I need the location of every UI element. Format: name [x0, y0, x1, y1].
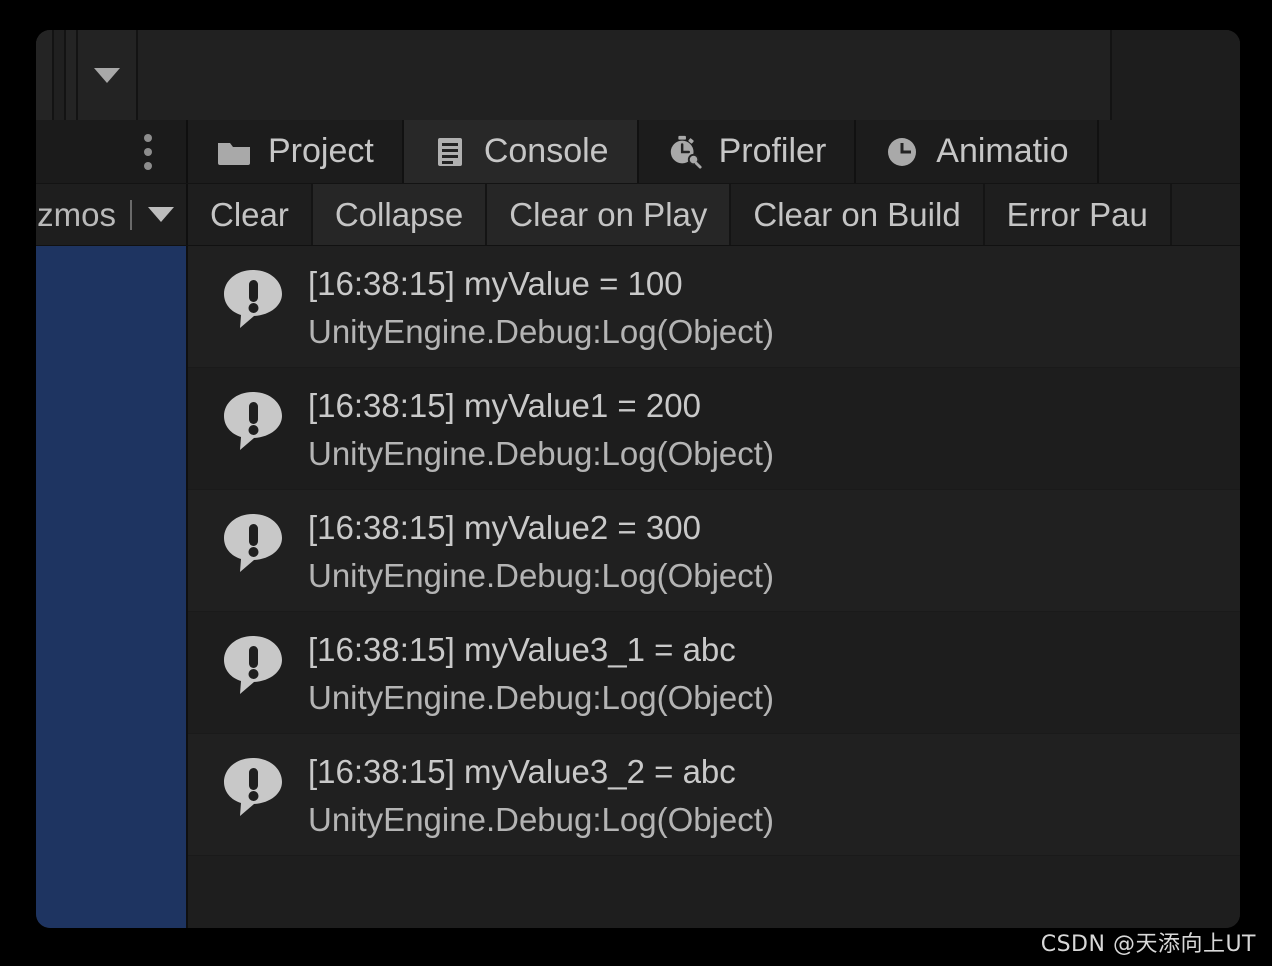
chevron-down-icon	[94, 67, 120, 83]
error-pause-toggle[interactable]: Error Pau	[984, 184, 1172, 245]
collapse-toggle[interactable]: Collapse	[312, 184, 488, 245]
tab-console-label: Console	[483, 132, 609, 170]
kebab-menu-icon[interactable]	[144, 133, 152, 170]
console-toolbar: zmos Clear Collapse Clear on Play Clear …	[36, 184, 1240, 246]
editor-top-toolbar	[36, 30, 1240, 120]
clear-on-play-label: Clear on Play	[509, 195, 708, 233]
screenshot-root: Project Console Profiler Animatio zmos C…	[0, 0, 1272, 966]
log-stacktrace: UnityEngine.Debug:Log(Object)	[308, 313, 774, 350]
info-log-icon	[216, 750, 290, 824]
clear-on-build-label: Clear on Build	[753, 195, 961, 233]
unity-editor-window: Project Console Profiler Animatio zmos C…	[36, 30, 1240, 928]
log-message: [16:38:15] myValue = 100	[308, 265, 683, 302]
log-entry-text: [16:38:15] myValue3_2 = abc UnityEngine.…	[308, 746, 774, 844]
folder-icon	[216, 134, 252, 170]
log-message: [16:38:15] myValue3_2 = abc	[308, 753, 736, 790]
chrome-segment-2	[54, 30, 66, 120]
log-stacktrace: UnityEngine.Debug:Log(Object)	[308, 679, 774, 716]
clear-button[interactable]: Clear	[188, 184, 313, 245]
log-message: [16:38:15] myValue2 = 300	[308, 509, 701, 546]
log-stacktrace: UnityEngine.Debug:Log(Object)	[308, 435, 774, 472]
panel-tab-strip: Project Console Profiler Animatio	[36, 120, 1240, 184]
watermark-text: CSDN @天添向上UT	[1040, 932, 1256, 957]
console-list-icon	[432, 134, 468, 170]
clear-on-build-toggle[interactable]: Clear on Build	[731, 184, 985, 245]
info-log-icon	[216, 262, 290, 336]
tab-animation[interactable]: Animatio	[856, 120, 1099, 183]
log-stacktrace: UnityEngine.Debug:Log(Object)	[308, 801, 774, 838]
log-entry-row[interactable]: [16:38:15] myValue1 = 200 UnityEngine.De…	[188, 368, 1240, 490]
log-stacktrace: UnityEngine.Debug:Log(Object)	[308, 557, 774, 594]
clear-on-play-toggle[interactable]: Clear on Play	[487, 184, 732, 245]
tab-profiler-label: Profiler	[718, 132, 827, 170]
chrome-segment-1	[36, 30, 54, 120]
toolbar-search-field[interactable]	[138, 30, 1112, 120]
tab-project-label: Project	[268, 132, 374, 170]
collapse-toggle-label: Collapse	[334, 195, 464, 233]
stopwatch-icon	[667, 134, 703, 170]
log-entry-text: [16:38:15] myValue2 = 300 UnityEngine.De…	[308, 502, 774, 600]
console-body: [16:38:15] myValue = 100 UnityEngine.Deb…	[36, 246, 1240, 928]
adjacent-panel-selection[interactable]	[36, 246, 188, 928]
log-entry-text: [16:38:15] myValue = 100 UnityEngine.Deb…	[308, 258, 774, 356]
log-entry-text: [16:38:15] myValue1 = 200 UnityEngine.De…	[308, 380, 774, 478]
error-pause-label: Error Pau	[1006, 195, 1148, 233]
log-entry-row[interactable]: [16:38:15] myValue2 = 300 UnityEngine.De…	[188, 490, 1240, 612]
clear-button-label: Clear	[210, 195, 289, 233]
tab-strip-left-zone	[36, 120, 188, 183]
info-log-icon	[216, 628, 290, 702]
log-message: [16:38:15] myValue1 = 200	[308, 387, 701, 424]
log-entry-row[interactable]: [16:38:15] myValue3_2 = abc UnityEngine.…	[188, 734, 1240, 856]
clock-icon	[884, 134, 920, 170]
info-log-icon	[216, 384, 290, 458]
tab-animation-label: Animatio	[936, 132, 1069, 170]
gizmos-dropdown[interactable]: zmos	[36, 184, 188, 245]
console-log-list[interactable]: [16:38:15] myValue = 100 UnityEngine.Deb…	[188, 246, 1240, 928]
log-message: [16:38:15] myValue3_1 = abc	[308, 631, 736, 668]
gizmos-label: zmos	[37, 195, 116, 233]
tab-profiler[interactable]: Profiler	[638, 120, 857, 183]
tab-project[interactable]: Project	[188, 120, 404, 183]
log-entry-row[interactable]: [16:38:15] myValue = 100 UnityEngine.Deb…	[188, 246, 1240, 368]
log-entry-row[interactable]: [16:38:15] myValue3_1 = abc UnityEngine.…	[188, 612, 1240, 734]
info-log-icon	[216, 506, 290, 580]
tab-console[interactable]: Console	[403, 120, 639, 183]
chrome-right-region	[1112, 30, 1240, 120]
gizmos-separator	[130, 199, 132, 230]
layout-dropdown-button[interactable]	[78, 30, 138, 120]
chevron-down-icon	[148, 207, 174, 222]
log-entry-text: [16:38:15] myValue3_1 = abc UnityEngine.…	[308, 624, 774, 722]
chrome-segment-3	[66, 30, 78, 120]
